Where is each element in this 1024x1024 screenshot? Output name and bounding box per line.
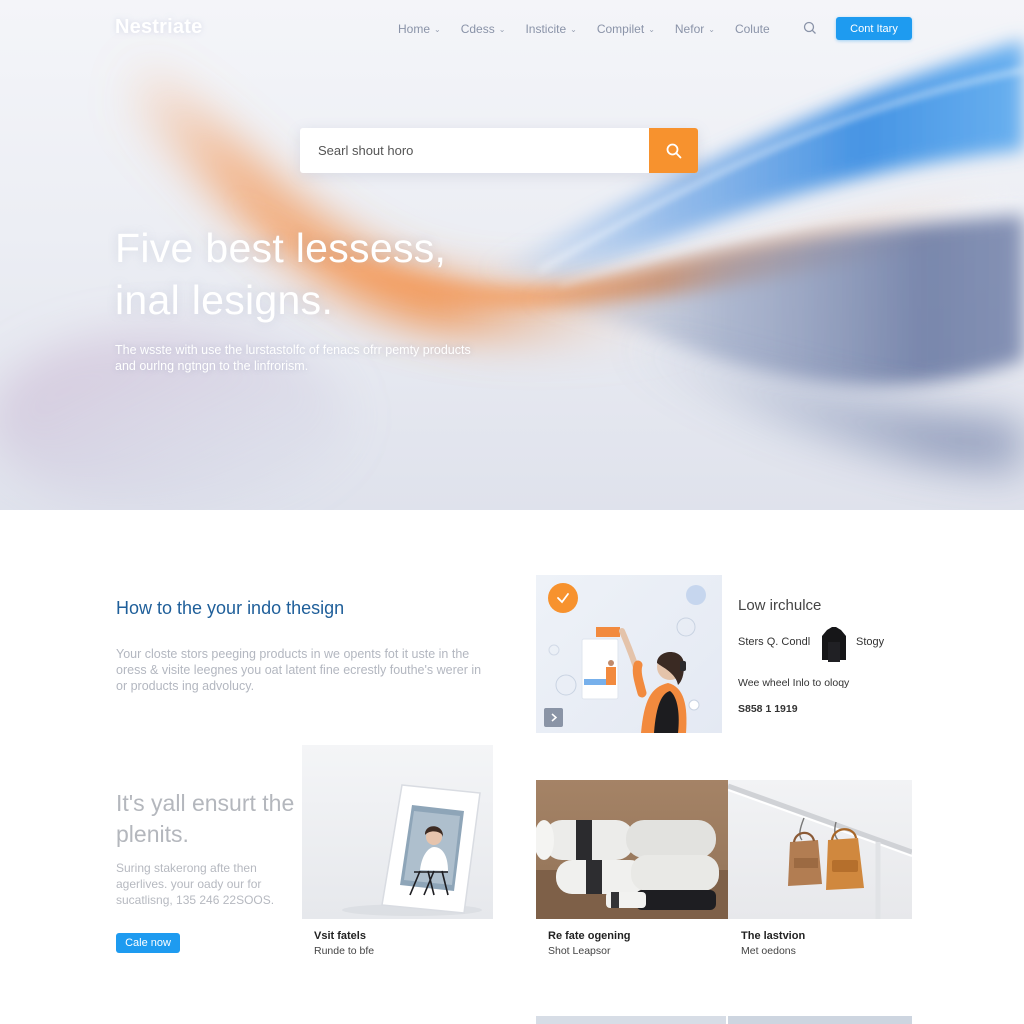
chevron-down-icon: ⌄ <box>498 24 506 34</box>
product-card-bags[interactable] <box>728 780 912 919</box>
card-subtitle: Shot Leapsor <box>548 945 611 957</box>
next-row-card-peek <box>536 1016 726 1024</box>
feature-image-card[interactable] <box>536 575 722 733</box>
contact-button[interactable]: Cont Itary <box>836 17 912 40</box>
photo-frame-image <box>342 784 482 916</box>
nav-item-nefor[interactable]: Nefor ⌄ <box>675 22 715 36</box>
product-card-gear[interactable] <box>536 780 728 919</box>
nav-item-label: Compilet <box>596 22 645 36</box>
chevron-down-icon: ⌄ <box>570 24 577 34</box>
search-icon <box>666 143 681 158</box>
card-title[interactable]: Vsit fatels <box>314 930 366 942</box>
nav-item-cdess[interactable]: Cdess ⌄ <box>461 22 506 36</box>
nav-item-label: Colute <box>734 22 770 36</box>
chevron-down-icon: ⌄ <box>708 24 715 34</box>
check-icon <box>548 583 578 613</box>
nav-item-compilet[interactable]: Compilet ⌄ <box>597 22 655 36</box>
hanging-bags-image <box>728 783 912 919</box>
section-body: Your closte stors peeging products in we… <box>116 647 482 693</box>
search-icon[interactable] <box>802 20 818 36</box>
nav-item-label: Insticite <box>525 22 567 36</box>
nav-item-colute[interactable]: Colute <box>735 22 770 36</box>
search-input[interactable] <box>300 128 649 173</box>
top-nav: Nestriate Home ⌄ Cdess ⌄ Insticite ⌄ Compil… <box>0 0 1024 58</box>
hero-title-line: inal lesigns. <box>115 277 334 323</box>
jacket-icon <box>822 627 846 662</box>
card-subtitle: Runde to bfe <box>314 945 375 957</box>
search-bar <box>300 128 698 173</box>
hero-title-line: Five best lessess, <box>115 225 447 271</box>
section-title: It's yall ensurt the plenits. <box>116 790 295 847</box>
chevron-down-icon: ⌄ <box>434 24 441 34</box>
nav-item-label: Cdess <box>460 22 495 36</box>
chevron-right-icon[interactable] <box>544 708 563 727</box>
feature-detail-b: Stogy <box>856 636 885 648</box>
cta-button[interactable]: Cale now <box>116 933 180 953</box>
logo[interactable]: Nestriate <box>115 16 202 39</box>
decorative-badge-icon <box>686 585 706 605</box>
feature-detail-a: Sters Q. Condl <box>738 636 811 648</box>
section-title: How to the your indo thesign <box>116 598 345 618</box>
nav-item-label: Nefor <box>674 22 705 36</box>
card-title[interactable]: Re fate ogening <box>548 930 631 942</box>
chevron-down-icon: ⌄ <box>648 24 655 34</box>
feature-description: Wee wheel Inlo to oloqy <box>738 677 850 689</box>
hero-title: Five best lessess, inal lesigns. <box>115 222 635 326</box>
next-row-card-peek <box>728 1016 912 1024</box>
nav-item-home[interactable]: Home ⌄ <box>398 22 441 36</box>
page: Nestriate Home ⌄ Cdess ⌄ Insticite ⌄ Compil… <box>0 0 1024 1024</box>
hero-subtitle: The wsste with use the lurstastolfc of f… <box>115 343 471 373</box>
nav-item-label: Home <box>398 22 431 36</box>
section-body: Suring stakerong afte then agerlives. yo… <box>116 861 275 907</box>
nav-menu: Home ⌄ Cdess ⌄ Insticite ⌄ Compilet ⌄ Nefor ⌄… <box>398 22 790 36</box>
card-title[interactable]: The lastvion <box>741 930 805 942</box>
search-button[interactable] <box>649 128 698 173</box>
feature-title: Low irchulce <box>738 597 822 614</box>
product-card-frame[interactable] <box>302 745 493 919</box>
feature-price: S858 1 1919 <box>738 703 798 715</box>
hero-section: Nestriate Home ⌄ Cdess ⌄ Insticite ⌄ Compil… <box>0 0 1024 510</box>
card-subtitle: Met oedons <box>741 945 796 957</box>
rolled-fabrics-image <box>536 820 728 919</box>
nav-item-insticite[interactable]: Insticite ⌄ <box>525 22 576 36</box>
